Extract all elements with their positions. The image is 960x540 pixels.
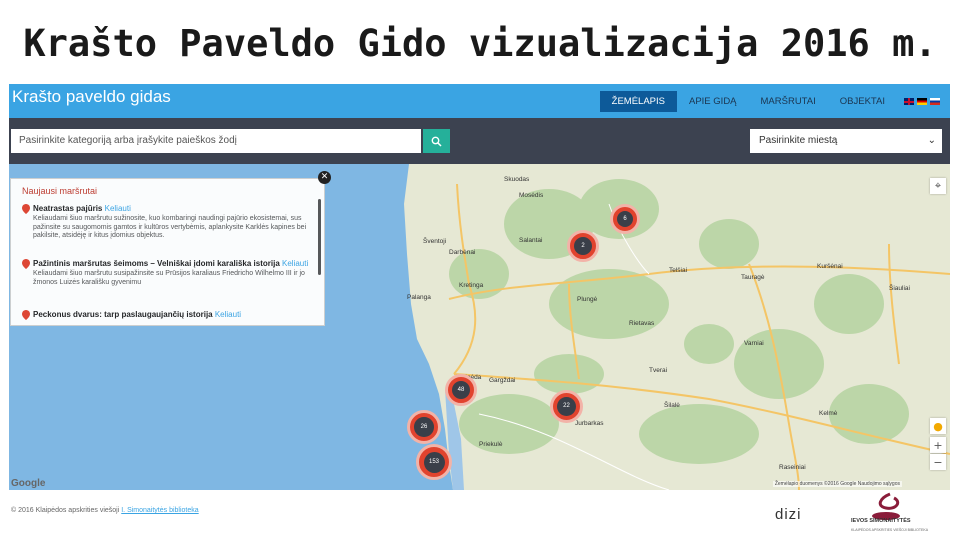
map-place-label: Tverai [649, 367, 668, 374]
map-place-label: Kuršėnai [817, 263, 843, 270]
ru-flag-icon[interactable] [930, 98, 940, 105]
nav-item-about[interactable]: APIE GIDĄ [677, 91, 749, 112]
map-place-label: Darbėnai [449, 249, 476, 256]
route-link[interactable]: Keliauti [282, 259, 308, 268]
nav-item-objects[interactable]: OBJEKTAI [828, 91, 897, 112]
library-link[interactable]: I. Simonaitytės biblioteka [121, 507, 198, 514]
pegman-icon[interactable]: ● [930, 418, 946, 434]
map-cluster-marker[interactable]: 2 [567, 230, 599, 262]
language-switcher [897, 98, 940, 105]
map-cluster-marker[interactable]: 22 [550, 390, 583, 423]
zoom-controls: ● + − [930, 418, 946, 470]
map-place-label: Raseiniai [779, 464, 806, 471]
zoom-out-button[interactable]: − [930, 454, 946, 470]
map-place-label: Skuodas [504, 176, 530, 183]
close-icon[interactable]: ✕ [318, 171, 331, 184]
map-controls: ⌖ [930, 178, 946, 194]
route-description: Keliaudami šiuo maršrutu susipažinsite s… [33, 270, 305, 286]
dizi-logo: dizi [775, 506, 802, 523]
search-icon [431, 136, 442, 147]
main-nav: ŽEMĖLAPIS APIE GIDĄ MARŠRUTAI OBJEKTAI [599, 91, 940, 112]
map-place-label: Šiauliai [889, 285, 910, 292]
map-cluster-marker[interactable]: 6 [610, 204, 640, 234]
map-place-label: Priekulė [479, 441, 503, 448]
top-navbar: Krašto paveldo gidas ŽEMĖLAPIS APIE GIDĄ… [9, 84, 950, 118]
city-select-value: Pasirinkite miestą [759, 135, 838, 146]
map-place-label: Jurbarkas [575, 420, 604, 427]
panel-title: Naujausi maršrutai [22, 186, 98, 196]
route-link[interactable]: Keliauti [105, 204, 131, 213]
map-place-label: Šilalė [664, 402, 680, 409]
route-item[interactable]: Neatrastas pajūris Keliauti Keliaudami š… [22, 204, 312, 241]
app-window: Krašto paveldo gidas ŽEMĖLAPIS APIE GIDĄ… [9, 84, 950, 490]
map-place-label: Tauragė [741, 274, 765, 281]
recent-routes-panel: Naujausi maršrutai Neatrastas pajūris Ke… [10, 178, 325, 326]
chevron-down-icon: ⌄ [927, 135, 936, 146]
brand-logo[interactable]: Krašto paveldo gidas [12, 87, 171, 107]
route-item[interactable]: Peckonus dvarus: tarp paslaugaujančių is… [22, 310, 312, 322]
map-cluster-marker[interactable]: 48 [445, 374, 477, 406]
route-title: Neatrastas pajūris [33, 204, 103, 213]
nav-item-map[interactable]: ŽEMĖLAPIS [599, 91, 677, 112]
google-logo: Google [11, 478, 46, 489]
search-input[interactable]: Pasirinkite kategoriją arba įrašykite pa… [11, 129, 421, 153]
map-place-label: Telšiai [669, 267, 688, 274]
map-attribution[interactable]: Žemėlapio duomenys ©2016 Google Naudojim… [772, 481, 902, 487]
map-pin-icon [22, 259, 30, 269]
locate-icon[interactable]: ⌖ [930, 178, 946, 194]
map-place-label: Palanga [407, 294, 431, 301]
nav-item-routes[interactable]: MARŠRUTAI [749, 91, 828, 112]
de-flag-icon[interactable] [917, 98, 927, 105]
map-pin-icon [22, 310, 30, 320]
map-place-label: Salantai [519, 237, 543, 244]
route-title: Pažintinis maršrutas šeimoms – Velniškai… [33, 259, 280, 268]
library-name: IEVOS SIMONAITYTĖS [851, 518, 911, 524]
search-button[interactable] [423, 129, 450, 153]
en-flag-icon[interactable] [904, 98, 914, 105]
library-subtitle: KLAIPĖDOS APSKRITIES VIEŠOJI BIBLIOTEKA [851, 528, 929, 532]
map-pin-icon [22, 204, 30, 214]
map-place-label: Kelmė [819, 410, 838, 417]
map-place-label: Šventoji [423, 238, 447, 245]
map-cluster-marker[interactable]: 153 [416, 444, 452, 480]
map-cluster-marker[interactable]: 26 [407, 410, 441, 444]
footer-copyright: © 2016 Klaipėdos apskrities viešoji I. S… [11, 507, 199, 514]
route-title: Peckonus dvarus: tarp paslaugaujančių is… [33, 310, 213, 319]
route-description: Keliaudami šiuo maršrutu sužinosite, kuo… [33, 215, 307, 239]
map-place-label: Varniai [744, 340, 764, 347]
zoom-in-button[interactable]: + [930, 437, 946, 453]
route-item[interactable]: Pažintinis maršrutas šeimoms – Velniškai… [22, 259, 312, 287]
city-select[interactable]: Pasirinkite miestą ⌄ [750, 129, 942, 153]
map-place-label: Rietavas [629, 320, 655, 327]
route-link[interactable]: Keliauti [215, 310, 241, 319]
panel-scrollbar[interactable] [318, 199, 321, 275]
search-bar: Pasirinkite kategoriją arba įrašykite pa… [9, 118, 950, 164]
slide-title: Kraštо Paveldo Gido vizualizacija 2016 m… [23, 22, 937, 65]
map-place-label: Mosėdis [519, 192, 544, 199]
map-place-label: Gargždai [489, 377, 516, 384]
map-place-label: Plungė [577, 296, 598, 303]
map-place-label: Kretinga [459, 282, 484, 289]
